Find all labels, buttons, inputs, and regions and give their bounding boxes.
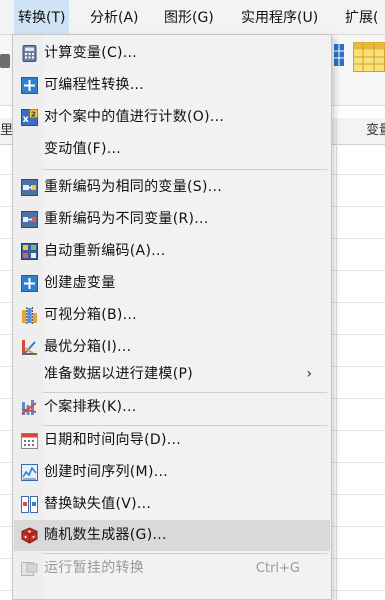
menu-item-label: 重新编码为不同变量(R)... <box>44 211 209 227</box>
column-header-label: 变量 <box>366 123 385 138</box>
dice-icon <box>21 527 38 544</box>
menu-item-label: 运行暂挂的转换 <box>44 560 145 576</box>
transform-dropdown-menu: 计算变量(C)... 可编程性转换... x2 对个案中的值进行计数(O)...… <box>12 34 332 600</box>
menu-item-label: 对个案中的值进行计数(O)... <box>44 109 225 125</box>
menu-item-label: 自动重新编码(A)... <box>44 243 166 259</box>
menu-item-compute-variable[interactable]: 计算变量(C)... <box>14 38 330 69</box>
plus-icon <box>21 77 38 94</box>
recode-same-icon <box>21 179 38 196</box>
menu-item-label: 随机数生成器(G)... <box>44 527 167 543</box>
toolbar-partial-icon[interactable] <box>0 54 10 68</box>
optimal-binning-icon <box>21 339 38 356</box>
visual-binning-icon <box>21 307 38 324</box>
menu-item-date-time-wizard[interactable]: 日期和时间向导(D)... <box>14 425 330 456</box>
grid-small-icon[interactable] <box>334 44 344 66</box>
menu-item-programmability-transformation[interactable]: 可编程性转换... <box>14 70 330 101</box>
menu-item-count-values[interactable]: x2 对个案中的值进行计数(O)... <box>14 102 330 133</box>
menu-item-prepare-data-for-modeling[interactable]: 准备数据以进行建模(P) › <box>14 359 330 390</box>
time-series-icon <box>21 464 38 481</box>
menu-item-label: 个案排秩(K)... <box>44 399 137 415</box>
menu-item-label: 变动值(F)... <box>44 141 122 157</box>
menu-item-visual-binning[interactable]: 可视分箱(B)... <box>14 300 330 331</box>
menu-item-label: 可视分箱(B)... <box>44 307 137 323</box>
menu-item-recode-same[interactable]: 重新编码为相同的变量(S)... <box>14 172 330 203</box>
menu-item-create-time-series[interactable]: 创建时间序列(M)... <box>14 457 330 488</box>
table-icon[interactable] <box>353 42 385 72</box>
menu-item-label: 创建虚变量 <box>44 275 116 291</box>
menu-utilities[interactable]: 实用程序(U) <box>237 0 322 34</box>
menu-analyze[interactable]: 分析(A) <box>86 0 143 34</box>
svg-text:x: x <box>23 114 30 125</box>
grid-divider <box>336 118 337 600</box>
menu-item-label: 创建时间序列(M)... <box>44 464 168 480</box>
menu-item-replace-missing-values[interactable]: 替换缺失值(V)... <box>14 489 330 520</box>
calculator-icon <box>21 45 38 62</box>
auto-recode-icon <box>21 243 38 260</box>
run-pending-icon <box>21 560 38 577</box>
chevron-right-icon: › <box>306 366 312 382</box>
menu-graphs[interactable]: 图形(G) <box>160 0 218 34</box>
menu-item-recode-different[interactable]: 重新编码为不同变量(R)... <box>14 204 330 235</box>
menu-extensions[interactable]: 扩展( <box>341 0 382 34</box>
menu-separator <box>43 169 327 170</box>
recode-different-icon <box>21 211 38 228</box>
svg-text:2: 2 <box>31 111 36 119</box>
count-values-icon: x2 <box>21 109 38 126</box>
menu-item-shift-values[interactable]: 变动值(F)... <box>14 134 330 165</box>
row-header-label: 里 <box>0 123 12 138</box>
menu-item-random-number-generators[interactable]: 随机数生成器(G)... <box>14 520 330 551</box>
menu-item-automatic-recode[interactable]: 自动重新编码(A)... <box>14 236 330 267</box>
menu-bar: 转换(T) 分析(A) 图形(G) 实用程序(U) 扩展( <box>0 0 385 35</box>
menu-item-label: 准备数据以进行建模(P) <box>44 366 193 382</box>
shortcut-label: Ctrl+G <box>255 561 300 576</box>
menu-item-label: 重新编码为相同的变量(S)... <box>44 179 222 195</box>
menu-item-label: 替换缺失值(V)... <box>44 496 152 512</box>
menu-transform[interactable]: 转换(T) <box>14 0 70 34</box>
rank-cases-icon <box>21 399 38 416</box>
replace-missing-icon <box>21 496 38 513</box>
menu-item-label: 可编程性转换... <box>44 77 145 93</box>
calendar-icon <box>21 432 38 449</box>
menu-item-create-dummy-variables[interactable]: 创建虚变量 <box>14 268 330 299</box>
menu-item-rank-cases[interactable]: 个案排秩(K)... <box>14 392 330 423</box>
menu-item-label: 日期和时间向导(D)... <box>44 432 181 448</box>
menu-item-label: 计算变量(C)... <box>44 45 138 61</box>
plus-icon <box>21 275 38 292</box>
menu-item-run-pending-transforms: 运行暂挂的转换 Ctrl+G <box>14 553 330 584</box>
